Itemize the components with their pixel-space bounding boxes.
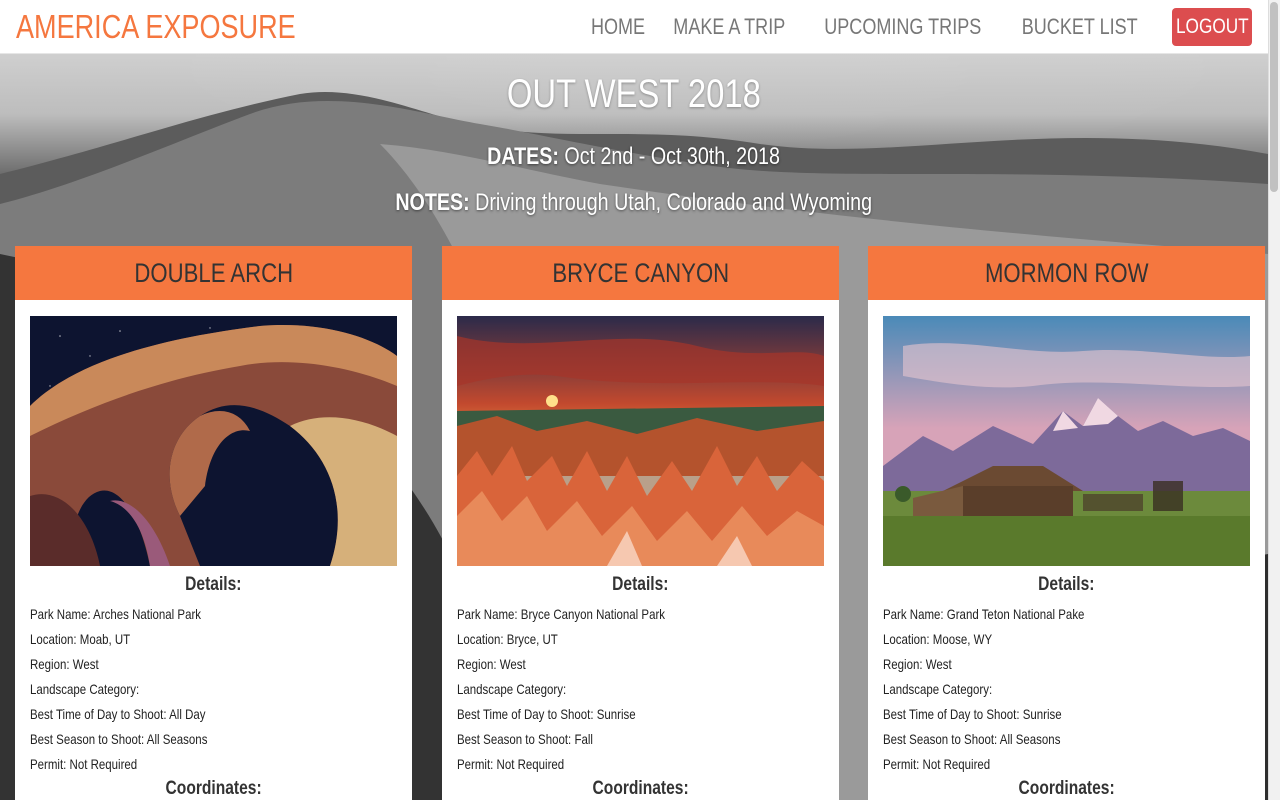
best-season-row: Best Season to Shoot: All Seasons bbox=[30, 731, 208, 747]
details-list: Park Name: Arches National Park Location… bbox=[30, 602, 400, 777]
card-header: BRYCE CANYON bbox=[442, 246, 839, 300]
park-name-row: Park Name: Bryce Canyon National Park bbox=[457, 606, 666, 622]
permit-row: Permit: Not Required bbox=[457, 756, 565, 772]
nav-make-a-trip-link[interactable]: MAKE A TRIP bbox=[671, 14, 786, 40]
location-row: Location: Moose, WY bbox=[883, 631, 993, 647]
park-name-row: Park Name: Grand Teton National Pake bbox=[883, 606, 1085, 622]
coordinates-heading: Coordinates: bbox=[1018, 778, 1115, 799]
logout-button[interactable]: LOGOUT bbox=[1172, 7, 1252, 46]
trip-title: OUT WEST 2018 bbox=[0, 72, 1268, 117]
details-heading: Details: bbox=[612, 574, 669, 595]
details-list: Park Name: Grand Teton National Pake Loc… bbox=[883, 602, 1253, 777]
region-row: Region: West bbox=[883, 656, 952, 672]
trip-notes: NOTES: Driving through Utah, Colorado an… bbox=[0, 189, 1268, 217]
card-photo-bryce-canyon[interactable] bbox=[457, 316, 824, 566]
trip-dates: DATES: Oct 2nd - Oct 30th, 2018 bbox=[0, 143, 1268, 171]
region-row: Region: West bbox=[457, 656, 526, 672]
scrollbar-thumb[interactable] bbox=[1270, 2, 1278, 192]
location-card-double-arch[interactable]: DOUBLE ARCH Details: Park Name: Arches N… bbox=[15, 246, 412, 800]
coordinates-heading: Coordinates: bbox=[165, 778, 262, 799]
card-title: MORMON ROW bbox=[984, 257, 1149, 288]
nav-upcoming-trips-link[interactable]: UPCOMING TRIPS bbox=[823, 14, 983, 40]
location-row: Location: Bryce, UT bbox=[457, 631, 558, 647]
details-list: Park Name: Bryce Canyon National Park Lo… bbox=[457, 602, 827, 777]
nav-links: HOME MAKE A TRIP UPCOMING TRIPS BUCKET L… bbox=[583, 7, 1252, 46]
card-photo-mormon-row[interactable] bbox=[883, 316, 1250, 566]
region-row: Region: West bbox=[30, 656, 99, 672]
landscape-row: Landscape Category: bbox=[457, 681, 567, 697]
coordinates-heading: Coordinates: bbox=[592, 778, 689, 799]
details-heading: Details: bbox=[185, 574, 242, 595]
navbar: AMERICA EXPOSURE HOME MAKE A TRIP UPCOMI… bbox=[0, 0, 1268, 54]
card-header: MORMON ROW bbox=[868, 246, 1265, 300]
notes-value: Driving through Utah, Colorado and Wyomi… bbox=[475, 189, 873, 216]
dates-label: DATES: bbox=[487, 143, 560, 170]
best-time-row: Best Time of Day to Shoot: All Day bbox=[30, 706, 206, 722]
best-time-row: Best Time of Day to Shoot: Sunrise bbox=[883, 706, 1062, 722]
location-card-bryce-canyon[interactable]: BRYCE CANYON Details: Park Name: Bryce C… bbox=[442, 246, 839, 800]
card-title: DOUBLE ARCH bbox=[134, 257, 293, 288]
location-card-mormon-row[interactable]: MORMON ROW Details: Park Name: Grand Tet… bbox=[868, 246, 1265, 800]
nav-bucket-list-link[interactable]: BUCKET LIST bbox=[1020, 14, 1139, 40]
card-title: BRYCE CANYON bbox=[552, 257, 729, 288]
best-season-row: Best Season to Shoot: All Seasons bbox=[883, 731, 1061, 747]
dates-value: Oct 2nd - Oct 30th, 2018 bbox=[564, 143, 781, 170]
park-name-row: Park Name: Arches National Park bbox=[30, 606, 202, 622]
landscape-row: Landscape Category: bbox=[883, 681, 993, 697]
permit-row: Permit: Not Required bbox=[30, 756, 138, 772]
card-photo-double-arch[interactable] bbox=[30, 316, 397, 566]
page-scrollbar[interactable] bbox=[1268, 0, 1280, 800]
details-heading: Details: bbox=[1038, 574, 1095, 595]
logout-label: LOGOUT bbox=[1175, 14, 1249, 38]
nav-home-link[interactable]: HOME bbox=[589, 14, 646, 40]
card-header: DOUBLE ARCH bbox=[15, 246, 412, 300]
best-time-row: Best Time of Day to Shoot: Sunrise bbox=[457, 706, 636, 722]
brand-logo[interactable]: AMERICA EXPOSURE bbox=[16, 8, 296, 46]
best-season-row: Best Season to Shoot: Fall bbox=[457, 731, 593, 747]
trip-title-text: OUT WEST 2018 bbox=[507, 72, 761, 116]
notes-label: NOTES: bbox=[395, 189, 470, 216]
location-row: Location: Moab, UT bbox=[30, 631, 131, 647]
permit-row: Permit: Not Required bbox=[883, 756, 991, 772]
landscape-row: Landscape Category: bbox=[30, 681, 140, 697]
